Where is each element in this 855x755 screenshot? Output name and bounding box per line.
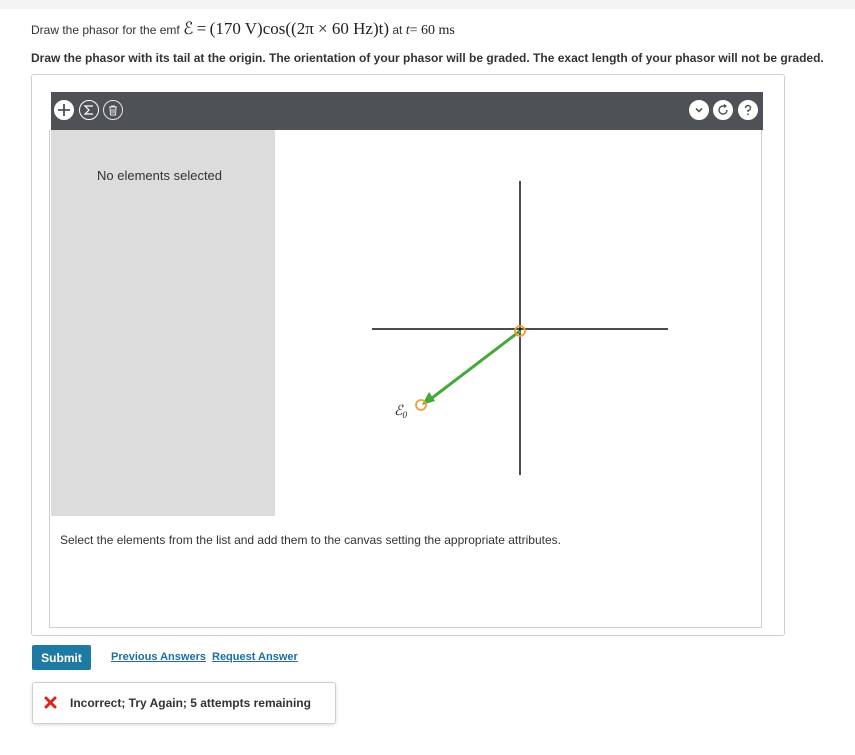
question-prefix: Draw the phasor for the emf xyxy=(31,23,180,37)
phasor-label: ℰ0 xyxy=(394,404,407,420)
no-elements-text: No elements selected xyxy=(97,168,223,183)
phasor-head-handle[interactable] xyxy=(415,399,427,411)
phasor-vector[interactable] xyxy=(431,329,521,400)
submit-button[interactable]: Submit xyxy=(32,645,91,670)
phasor-arrowhead xyxy=(422,392,435,405)
tool-workspace: No elements selected ℰ0 Select the eleme… xyxy=(49,130,762,628)
instruction-text: Select the elements from the list and ad… xyxy=(60,533,561,547)
time-value: = 60 ms xyxy=(409,23,455,38)
equals-sign: = xyxy=(196,19,207,38)
sigma-icon[interactable] xyxy=(79,100,99,120)
question-line-1: Draw the phasor for the emf ℰ = (170 V)c… xyxy=(31,19,455,39)
feedback-message: Incorrect; Try Again; 5 attempts remaini… xyxy=(70,696,311,710)
help-icon[interactable] xyxy=(738,100,758,120)
chevron-down-icon[interactable] xyxy=(689,100,709,120)
toolbar xyxy=(51,92,763,130)
cos-argument: ((2π × 60 Hz)t) xyxy=(285,19,389,38)
request-answer-link[interactable]: Request Answer xyxy=(212,651,298,663)
phasor-label-subscript: 0 xyxy=(402,410,407,420)
plus-icon[interactable] xyxy=(54,100,74,120)
emf-symbol: ℰ xyxy=(183,19,194,38)
drawing-tool-panel: No elements selected ℰ0 Select the eleme… xyxy=(31,74,785,636)
question-line-2: Draw the phasor with its tail at the ori… xyxy=(31,51,824,65)
cos-function: cos xyxy=(262,19,286,38)
emf-amplitude: (170 V) xyxy=(209,19,263,38)
canvas-svg[interactable]: ℰ0 xyxy=(372,179,668,475)
feedback-box: Incorrect; Try Again; 5 attempts remaini… xyxy=(32,682,336,724)
incorrect-x-icon xyxy=(44,696,57,714)
reset-icon[interactable] xyxy=(713,100,733,120)
trash-icon[interactable] xyxy=(103,100,123,120)
element-sidebar: No elements selected xyxy=(51,130,275,516)
at-text: at xyxy=(392,23,403,37)
drawing-canvas[interactable]: ℰ0 xyxy=(372,179,668,475)
top-strip xyxy=(0,0,855,9)
previous-answers-link[interactable]: Previous Answers xyxy=(111,651,206,663)
